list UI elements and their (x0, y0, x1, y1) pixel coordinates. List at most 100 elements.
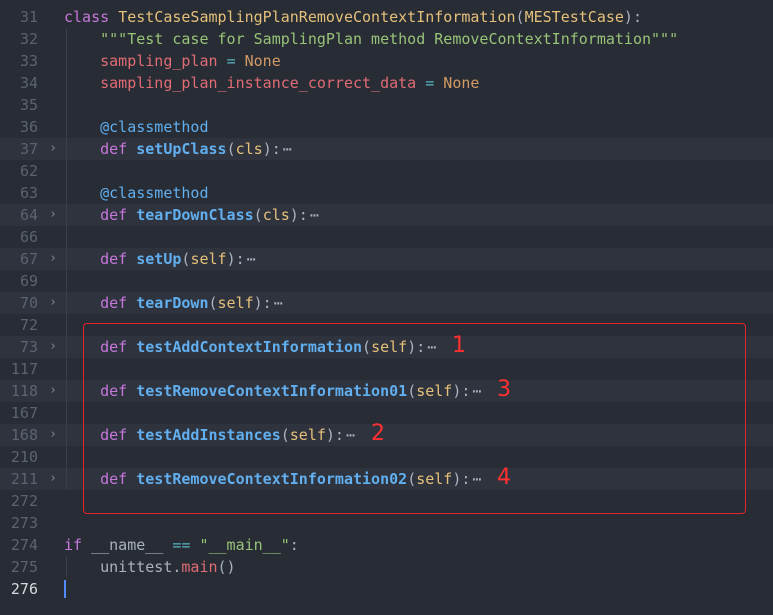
code-line[interactable]: 273 (0, 512, 773, 534)
fold-chevron-icon[interactable]: › (48, 424, 58, 446)
code-line[interactable]: 66 (0, 226, 773, 248)
code-token: ( (208, 294, 218, 312)
folded-ellipsis-icon[interactable]: ⋯ (247, 250, 256, 268)
text-cursor (64, 580, 66, 598)
code-token: None (244, 52, 281, 70)
code-token: @classmethod (100, 118, 209, 136)
code-text: sampling_plan = None (64, 50, 281, 72)
fold-chevron-icon[interactable]: › (48, 380, 58, 402)
code-line[interactable]: 31 class TestCaseSamplingPlanRemoveContex… (0, 6, 773, 28)
annotation-number: 3 (497, 377, 511, 402)
code-token: def (100, 206, 137, 224)
code-token: cls (235, 140, 263, 158)
code-token: def (100, 250, 137, 268)
code-token: == (172, 536, 191, 554)
code-line[interactable]: 63 @classmethod (0, 182, 773, 204)
code-text: @classmethod (64, 182, 209, 204)
code-token: __name__ (91, 536, 173, 554)
code-token: self (217, 294, 254, 312)
fold-chevron-icon[interactable]: › (48, 204, 58, 226)
indent-guide (66, 270, 67, 292)
line-number: 72 (19, 316, 38, 334)
code-token: ): (262, 140, 281, 158)
fold-chevron-icon[interactable]: › (48, 336, 58, 358)
indent-guide (66, 94, 67, 116)
line-number: 73 (19, 338, 38, 356)
code-text: if __name__ == "__main__": (64, 534, 299, 556)
line-number: 64 (19, 206, 38, 224)
code-token: cls (262, 206, 290, 224)
indent-guide (66, 226, 67, 248)
code-line[interactable]: 62 (0, 160, 773, 182)
fold-chevron-icon[interactable]: › (48, 138, 58, 160)
line-number: 167 (10, 404, 38, 422)
indent-guide (66, 160, 67, 182)
folded-ellipsis-icon[interactable]: ⋯ (274, 294, 283, 312)
line-number: 70 (19, 294, 38, 312)
code-line[interactable]: 69 (0, 270, 773, 292)
code-token: def (100, 294, 137, 312)
code-line[interactable]: 32 """Test case for SamplingPlan method … (0, 28, 773, 50)
line-number: 63 (19, 184, 38, 202)
code-line[interactable]: 274 if __name__ == "__main__": (0, 534, 773, 556)
code-text: class TestCaseSamplingPlanRemoveContextI… (64, 6, 642, 28)
code-text: sampling_plan_instance_correct_data = No… (64, 72, 479, 94)
folded-ellipsis-icon[interactable]: ⋯ (310, 206, 319, 224)
line-number: 35 (19, 96, 38, 114)
code-line[interactable]: 35 (0, 94, 773, 116)
code-line[interactable]: 64 › def tearDownClass(cls): ⋯ (0, 204, 773, 226)
highlight-box (83, 323, 746, 514)
code-token: class (64, 8, 119, 26)
code-token: "__main__" (199, 536, 290, 554)
line-number: 34 (19, 74, 38, 92)
code-line[interactable]: 67 › def setUp(self): ⋯ (0, 248, 773, 270)
line-number: 32 (19, 30, 38, 48)
code-token: tearDownClass (136, 206, 254, 224)
fold-chevron-icon[interactable]: › (48, 468, 58, 490)
line-number: 66 (19, 228, 38, 246)
code-line[interactable]: 34 sampling_plan_instance_correct_data =… (0, 72, 773, 94)
code-line[interactable]: 275 unittest.main() (0, 556, 773, 578)
code-token: self (190, 250, 227, 268)
code-token: ): (623, 8, 642, 26)
line-number: 272 (10, 492, 38, 510)
indent-guide (66, 358, 67, 380)
code-line[interactable]: 37 › def setUpClass(cls): ⋯ (0, 138, 773, 160)
indent-guide (66, 446, 67, 468)
code-line[interactable]: 36 @classmethod (0, 116, 773, 138)
code-text: """Test case for SamplingPlan method Rem… (64, 28, 678, 50)
code-token: ): (226, 250, 245, 268)
code-token: () (217, 558, 236, 576)
folded-ellipsis-icon[interactable]: ⋯ (283, 140, 292, 158)
line-number: 276 (10, 580, 38, 598)
code-token: unittest. (64, 558, 182, 576)
code-line[interactable]: 70 › def tearDown(self): ⋯ (0, 292, 773, 314)
line-number: 210 (10, 448, 38, 466)
code-token: @classmethod (100, 184, 209, 202)
line-number: 37 (19, 140, 38, 158)
code-token: setUpClass (136, 140, 227, 158)
code-token: def (100, 140, 137, 158)
code-token: None (443, 74, 480, 92)
code-text: @classmethod (64, 116, 209, 138)
code-token: ( (515, 8, 525, 26)
line-number: 36 (19, 118, 38, 136)
code-token: = (226, 52, 236, 70)
line-number: 211 (10, 470, 38, 488)
annotation-number: 4 (497, 465, 511, 490)
fold-chevron-icon[interactable]: › (48, 292, 58, 314)
code-text: def setUp(self): ⋯ (64, 248, 256, 270)
code-line[interactable]: 276 (0, 578, 773, 600)
line-number: 69 (19, 272, 38, 290)
code-token: sampling_plan (100, 52, 218, 70)
line-number: 33 (19, 52, 38, 70)
code-line[interactable]: 33 sampling_plan = None (0, 50, 773, 72)
fold-chevron-icon[interactable]: › (48, 248, 58, 270)
